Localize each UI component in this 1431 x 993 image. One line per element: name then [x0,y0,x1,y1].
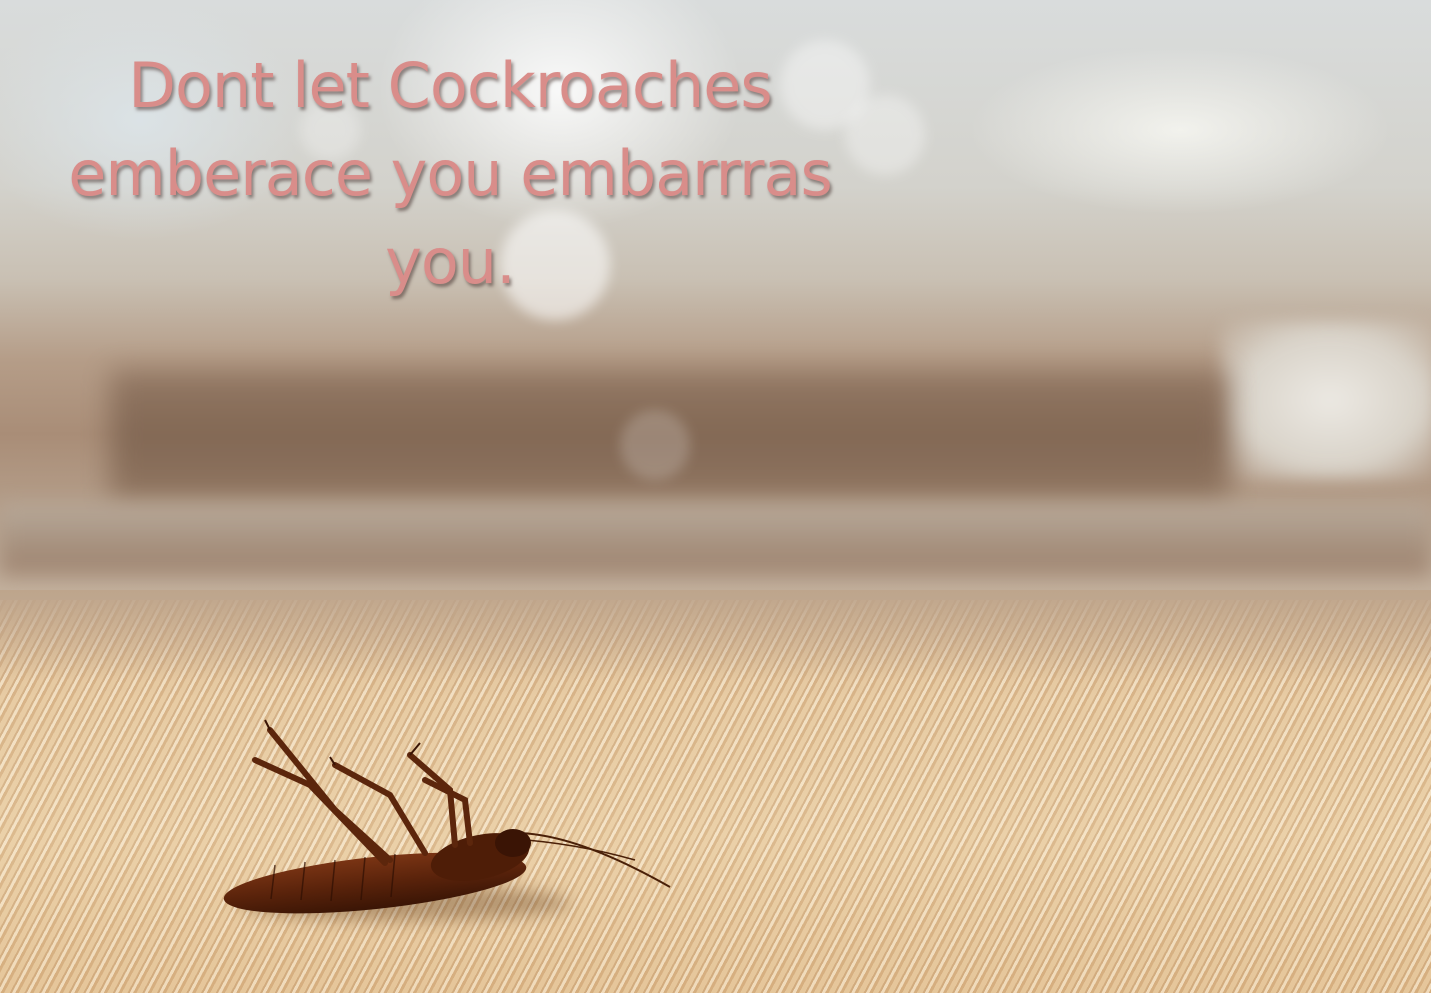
counter-edge-blur [0,505,1431,575]
photo-scene: Dont let Cockroaches emberace you embarr… [0,0,1431,993]
headline-text: Dont let Cockroaches emberace you embarr… [68,49,833,298]
table-fade [0,590,1431,680]
sink-blur [1220,320,1431,480]
bokeh-light [845,95,925,175]
cockroach-icon [223,719,671,914]
bokeh-light [620,410,690,480]
